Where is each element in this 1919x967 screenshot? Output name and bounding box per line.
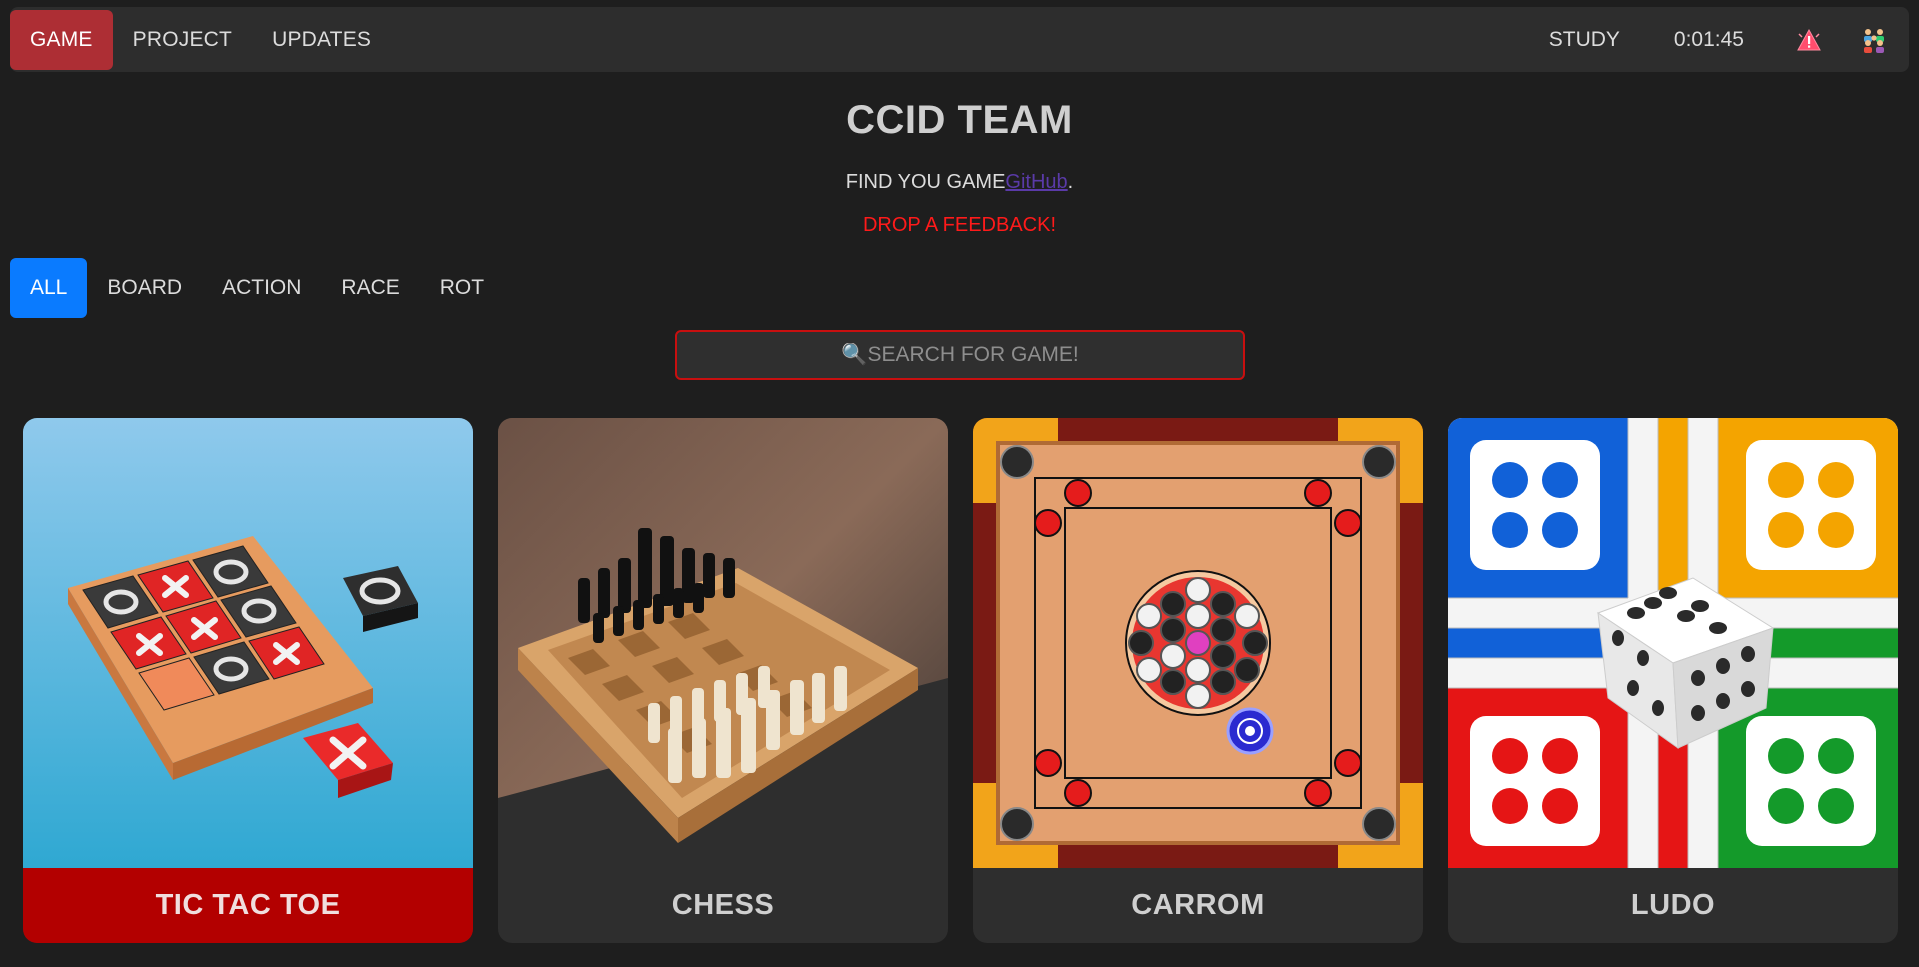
- game-card-carrom[interactable]: CARROM: [973, 418, 1423, 943]
- game-card-ludo[interactable]: LUDO: [1448, 418, 1898, 943]
- subtitle-period: .: [1067, 171, 1074, 193]
- subtitle-text: FIND YOU GAME: [845, 171, 1006, 193]
- nav-updates[interactable]: UPDATES: [252, 10, 391, 70]
- nav-right: STUDY 0:01:45: [1549, 7, 1909, 72]
- game-card-tic-tac-toe[interactable]: TIC TAC TOE: [23, 418, 473, 943]
- category-tabs: ALL BOARD ACTION RACE ROT: [10, 258, 504, 318]
- tic-tac-toe-image: [23, 418, 473, 868]
- nav-study[interactable]: STUDY: [1549, 28, 1620, 52]
- game-title: TIC TAC TOE: [23, 868, 473, 943]
- game-title: LUDO: [1630, 889, 1716, 921]
- page-title: CCID TEAM: [846, 98, 1073, 142]
- tab-action[interactable]: ACTION: [202, 258, 321, 318]
- tab-all[interactable]: ALL: [10, 258, 88, 318]
- tab-rot[interactable]: ROT: [420, 258, 504, 318]
- search-box: [675, 330, 1245, 380]
- tab-board[interactable]: BOARD: [87, 258, 202, 318]
- game-title: CHESS: [671, 889, 775, 921]
- game-title: CARROM: [1131, 889, 1265, 921]
- nav-project[interactable]: PROJECT: [113, 10, 252, 70]
- search-input[interactable]: [677, 332, 1243, 378]
- alert-icon[interactable]: [1794, 25, 1824, 55]
- chess-image: [498, 418, 948, 868]
- github-link[interactable]: GitHub: [1005, 171, 1067, 193]
- team-icon[interactable]: [1859, 25, 1889, 55]
- nav-game[interactable]: GAME: [10, 9, 113, 70]
- feedback-link[interactable]: DROP A FEEDBACK!: [0, 214, 1919, 237]
- top-navbar: GAME PROJECT UPDATES STUDY 0:01:45: [10, 7, 1909, 72]
- carrom-image: [973, 418, 1423, 868]
- tab-race[interactable]: RACE: [321, 258, 419, 318]
- nav-left: GAME PROJECT UPDATES: [10, 7, 391, 72]
- page-subtitle: FIND YOU GAMEGitHub.: [0, 171, 1919, 194]
- ludo-image: [1448, 418, 1898, 868]
- session-timer: 0:01:45: [1673, 27, 1744, 51]
- game-card-chess[interactable]: CHESS: [498, 418, 948, 943]
